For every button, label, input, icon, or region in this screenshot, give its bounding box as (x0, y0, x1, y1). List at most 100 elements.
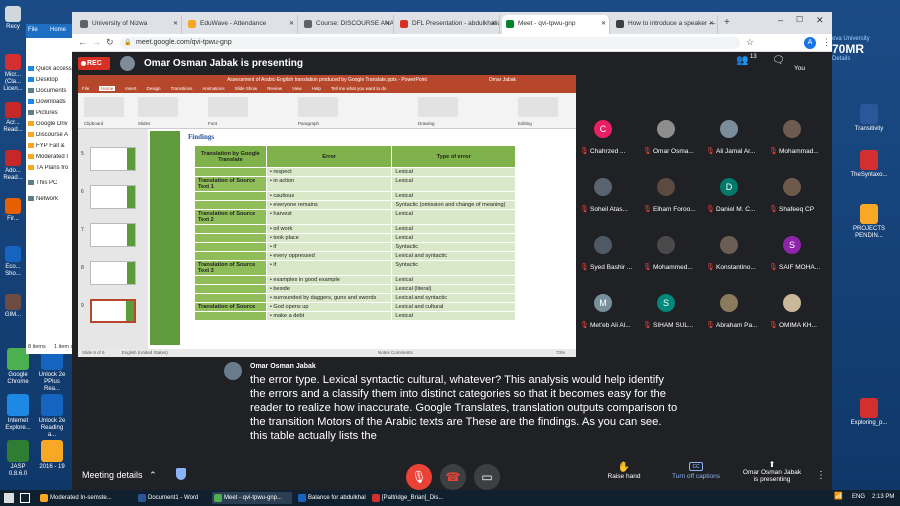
explorer-nav-item[interactable]: Network (28, 196, 76, 202)
chat-icon[interactable]: 🗨 (772, 55, 785, 66)
url-field[interactable]: 🔒 meet.google.com/qvi-tpwu-gnp (120, 37, 740, 49)
back-icon[interactable]: ← (78, 37, 87, 47)
ribbon-group-icon[interactable] (418, 97, 458, 117)
more-options-icon[interactable]: ⋮ (816, 470, 826, 481)
ppt-menu-item[interactable]: Insert (125, 86, 136, 91)
ppt-menu-item[interactable]: Home (99, 86, 116, 91)
desktop-icon[interactable]: Eco... Sho... (0, 246, 26, 278)
explorer-nav-item[interactable]: Discourse A (28, 132, 76, 138)
explorer-nav-item[interactable]: TA Plans fro (28, 165, 76, 171)
presenting-button[interactable]: ⬆ Omar Osman Jabak is presenting (734, 460, 810, 483)
desktop-icon[interactable]: 2016 - 19 (36, 440, 68, 471)
ribbon-group-icon[interactable] (298, 97, 338, 117)
participant-tile[interactable]: 🎙 OMIMA KH... (767, 284, 829, 340)
leave-call-button[interactable]: ☎ (440, 464, 466, 490)
explorer-nav-item[interactable]: Moderated I (28, 154, 76, 160)
participant-tile[interactable]: 🎙 Konstantino... (704, 226, 766, 282)
explorer-tab-home[interactable]: Home (50, 27, 66, 33)
people-icon[interactable]: 👥 (736, 55, 748, 66)
browser-tab[interactable]: DFL Presentation - abdulkhaliq ✕ (396, 15, 500, 34)
desktop-icon[interactable]: Fir... (0, 198, 26, 223)
profile-avatar[interactable]: A (804, 37, 816, 49)
desktop-icon[interactable]: Internet Explore... (2, 394, 34, 432)
participant-tile[interactable]: 🎙 Elham Foroo... (641, 168, 703, 224)
desktop-icon[interactable]: Acr... Read... (0, 102, 26, 134)
ppt-menu-item[interactable]: Review (267, 86, 282, 91)
participant-tile[interactable]: 🎙 Mohammad... (767, 110, 829, 166)
clock[interactable]: 2:13 PM (872, 494, 894, 500)
desktop-icon[interactable]: Exploring_p... (846, 398, 892, 427)
desktop-icon[interactable]: Unlock 2e Reading a... (36, 394, 68, 439)
ribbon-group-icon[interactable] (138, 97, 178, 117)
ppt-status-right[interactable]: Notes Comments (378, 350, 413, 355)
reload-icon[interactable]: ↻ (106, 37, 114, 48)
mic-off-button[interactable]: 🎙 (406, 464, 432, 490)
ppt-menu-item[interactable]: Design (147, 86, 161, 91)
participant-tile[interactable]: S 🎙 SAIF MOHA... (767, 226, 829, 282)
explorer-nav-item[interactable]: This PC (28, 180, 76, 186)
participant-tile[interactable]: C 🎙 Chahrzed ... (578, 110, 640, 166)
participant-tile[interactable]: S 🎙 SIHAM SUL... (641, 284, 703, 340)
maximize-icon[interactable]: ☐ (796, 15, 803, 24)
ribbon-group-icon[interactable] (84, 97, 124, 117)
task-view-icon[interactable] (20, 493, 30, 503)
minimize-icon[interactable]: – (778, 15, 783, 25)
explorer-nav-item[interactable]: Desktop (28, 77, 76, 83)
desktop-icon[interactable]: PROJECTS PENDIN... (846, 204, 892, 240)
explorer-nav-item[interactable]: Google Driv (28, 121, 76, 127)
ppt-zoom[interactable]: 73% (556, 350, 565, 355)
ppt-menu-item[interactable]: Animations (202, 86, 224, 91)
slide-thumbnail[interactable] (90, 147, 136, 171)
participant-tile[interactable]: 🎙 Syed Bashir ... (578, 226, 640, 282)
tab-close-icon[interactable]: ✕ (173, 20, 178, 27)
shield-icon[interactable] (176, 468, 186, 480)
explorer-nav-item[interactable]: Quick access (28, 66, 76, 72)
explorer-nav-item[interactable]: Downloads (28, 99, 76, 105)
desktop-icon[interactable]: Transitivity (846, 104, 892, 133)
desktop-icon[interactable]: GIM... (0, 294, 26, 319)
ribbon-group-icon[interactable] (518, 97, 558, 117)
participant-tile[interactable]: 🎙 Shafeeq CP (767, 168, 829, 224)
desktop-icon[interactable]: Recy (0, 6, 26, 31)
explorer-nav-item[interactable]: Documents (28, 88, 76, 94)
ppt-menu-item[interactable]: View (292, 86, 302, 91)
browser-tab[interactable]: EduWave - Attendance ✕ (184, 15, 298, 34)
explorer-nav-item[interactable]: Pictures (28, 110, 76, 116)
explorer-tab-file[interactable]: File (28, 27, 38, 33)
tab-close-icon[interactable]: ✕ (385, 20, 390, 27)
forward-icon[interactable]: → (92, 37, 101, 47)
ppt-menu-item[interactable]: Tell me what you want to do (331, 86, 387, 91)
desktop-icon[interactable]: Ado... Read... (0, 150, 26, 182)
participant-tile[interactable]: 🎙 Ali Jamal Ar... (704, 110, 766, 166)
participant-tile[interactable]: M 🎙 Met'eb Ali Al... (578, 284, 640, 340)
start-icon[interactable] (4, 493, 14, 503)
desktop-icon[interactable]: Unlock 2e PPlus Rea... (36, 348, 68, 393)
close-window-icon[interactable]: ✕ (816, 15, 824, 26)
slide-thumbnail[interactable] (90, 223, 136, 247)
ribbon-group-icon[interactable] (208, 97, 248, 117)
ppt-menu-item[interactable]: Slide Show (235, 86, 258, 91)
new-tab-icon[interactable]: + (724, 17, 730, 28)
ppt-menu-item[interactable]: File (82, 86, 89, 91)
taskbar-item[interactable]: [Paltridge_Brian]_Dis... (370, 492, 462, 504)
network-icon[interactable]: 📶 (834, 492, 843, 500)
tab-close-icon[interactable]: ✕ (491, 20, 496, 27)
participant-tile[interactable]: 🎙 Abraham Pa... (704, 284, 766, 340)
camera-button[interactable]: ▭ (474, 464, 500, 490)
tab-close-icon[interactable]: ✕ (709, 20, 714, 27)
slide-thumbnail[interactable] (90, 261, 136, 285)
meeting-details-button[interactable]: Meeting details ⌃ (82, 470, 157, 481)
raise-hand-button[interactable]: ✋ Raise hand (602, 462, 646, 480)
star-icon[interactable]: ☆ (746, 37, 754, 48)
participant-tile[interactable]: D 🎙 Daniel M. C... (704, 168, 766, 224)
tab-close-icon[interactable]: ✕ (289, 20, 294, 27)
language-indicator[interactable]: ENG (852, 494, 865, 500)
participant-tile[interactable]: 🎙 Omar Osma... (641, 110, 703, 166)
browser-tab[interactable]: How to introduce a speaker — ✕ (612, 15, 718, 34)
explorer-nav-item[interactable]: FYP Fall & (28, 143, 76, 149)
desktop-icon[interactable]: TheSyntaxo... (846, 150, 892, 179)
tab-close-icon[interactable]: ✕ (601, 20, 606, 27)
menu-dots-icon[interactable]: ⋮ (822, 37, 831, 48)
slide-thumbnail[interactable] (90, 299, 136, 323)
taskbar-item[interactable]: Balance for abdulkhaliq (296, 492, 366, 504)
